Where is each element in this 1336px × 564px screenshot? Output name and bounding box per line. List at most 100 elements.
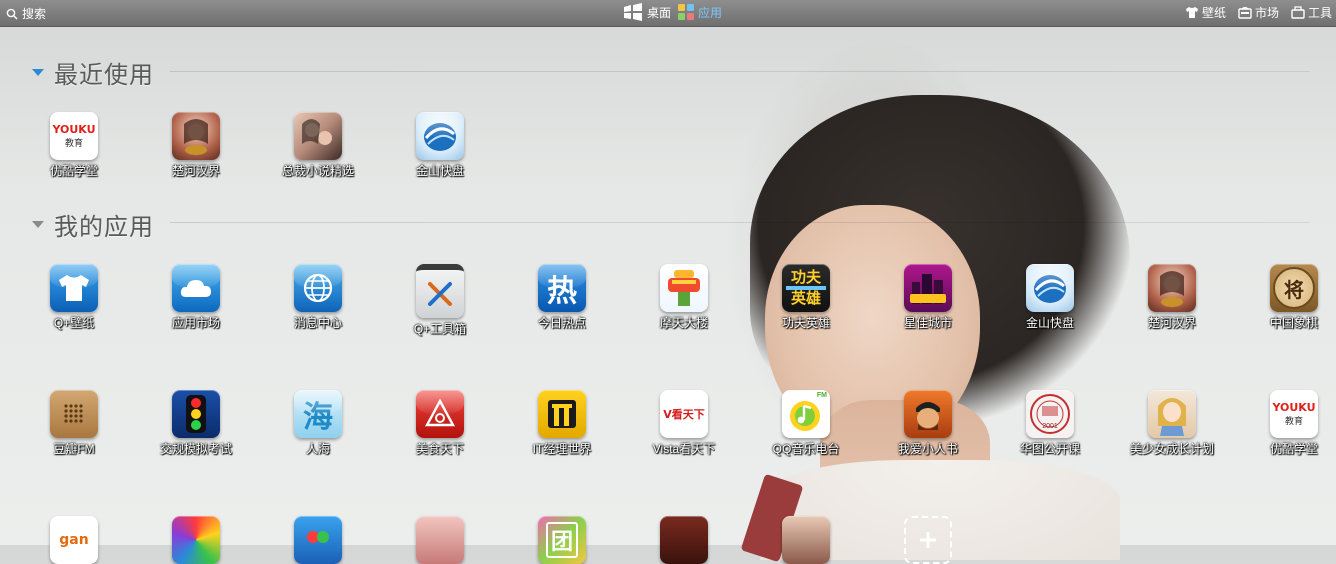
gan-logo-text: gan	[59, 532, 89, 548]
novel-icon	[294, 112, 342, 160]
app-label: 我爱小人书	[897, 442, 958, 456]
avatar-icon	[782, 516, 830, 564]
windows-icon	[622, 3, 644, 21]
app-rainbow[interactable]	[146, 516, 246, 564]
app-chuhe-recent[interactable]: 楚河汉界	[146, 112, 246, 179]
search-button[interactable]: 搜索	[6, 5, 46, 22]
tools-icon	[416, 264, 464, 318]
search-label: 搜索	[22, 7, 47, 21]
app-movie[interactable]	[634, 516, 734, 564]
tab-desktop[interactable]: 桌面	[622, 3, 671, 21]
city-icon	[904, 264, 952, 312]
app-vista[interactable]: V看天下 Vista看天下	[634, 390, 734, 457]
hot-glyph: 热	[547, 274, 577, 309]
market-icon	[1238, 6, 1252, 19]
huatu-year-text: 2001	[1042, 423, 1058, 430]
app-label: Vista看天下	[652, 442, 716, 456]
app-kungfu[interactable]: 功夫 英雄 功夫英雄	[756, 264, 856, 331]
app-tower[interactable]: 摩天大楼	[634, 264, 734, 331]
apps-grid-icon	[677, 3, 695, 21]
comic-icon	[904, 390, 952, 438]
radio-icon	[50, 390, 98, 438]
collapse-chevron-icon	[32, 69, 44, 76]
youku-sub-text: 教育	[1284, 415, 1303, 426]
tuan-glyph: 团	[545, 522, 578, 558]
add-icon	[904, 516, 952, 564]
app-market[interactable]: 应用市场	[146, 264, 246, 331]
search-icon	[6, 8, 18, 20]
app-food[interactable]: 美食天下	[390, 390, 490, 457]
app-message-center[interactable]: 消息中心	[268, 264, 368, 331]
app-today-hot[interactable]: 热 今日热点	[512, 264, 612, 331]
globe-icon	[294, 264, 342, 312]
app-qq-music-radio[interactable]: FM QQ音乐电台	[756, 390, 856, 457]
hot-icon: 热	[538, 264, 586, 312]
app-label: 今日热点	[537, 316, 586, 330]
add-app-button[interactable]	[878, 516, 978, 564]
app-puzzle[interactable]	[268, 516, 368, 564]
collapse-chevron-icon	[32, 221, 44, 228]
tab-apps[interactable]: 应用	[677, 3, 722, 21]
market-button[interactable]: 市场	[1238, 4, 1279, 21]
app-kuaipan[interactable]: 金山快盘	[1000, 264, 1100, 331]
tower-icon	[660, 264, 708, 312]
app-tuan[interactable]: 团	[512, 516, 612, 564]
section-divider	[170, 222, 1310, 223]
renhai-glyph: 海	[303, 400, 333, 435]
traffic-light-icon	[172, 390, 220, 438]
app-novel-recent[interactable]: 总裁小说精选	[268, 112, 368, 179]
app-comic[interactable]: 我爱小人书	[878, 390, 978, 457]
tools-label: 工具	[1307, 6, 1332, 20]
app-portrait[interactable]	[390, 516, 490, 564]
tools-button[interactable]: 工具	[1291, 4, 1332, 21]
app-kuaipan-recent[interactable]: 金山快盘	[390, 112, 490, 179]
movie-icon	[660, 516, 708, 564]
app-label: 摩天大楼	[659, 316, 708, 330]
app-label: 美食天下	[415, 442, 464, 456]
app-label: 中国象棋	[1269, 316, 1318, 330]
youku-icon: YOUKU 教育	[50, 112, 98, 160]
app-label: QQ音乐电台	[772, 442, 840, 456]
app-qplus-toolbox[interactable]: Q+工具箱	[390, 264, 490, 337]
app-city[interactable]: 星佳城市	[878, 264, 978, 331]
app-avatar[interactable]	[756, 516, 856, 564]
app-youku-recent[interactable]: YOUKU 教育 优酷学堂	[24, 112, 124, 179]
app-label: 华图公开课	[1019, 442, 1080, 456]
app-douban-fm[interactable]: 豆瓣FM	[24, 390, 124, 457]
chess-icon: 将	[1270, 264, 1318, 312]
app-label: Q+工具箱	[413, 322, 467, 336]
app-label: 美少女成长计划	[1129, 442, 1214, 456]
tshirt-icon	[1185, 6, 1199, 19]
app-label: IT经理世界	[532, 442, 592, 456]
app-label: 优酷学堂	[49, 164, 98, 178]
app-label: 金山快盘	[415, 164, 464, 178]
huatu-icon: 2001	[1026, 390, 1074, 438]
youku-logo-text: YOUKU	[52, 122, 96, 136]
section-recent-header[interactable]: 最近使用	[32, 55, 154, 90]
app-qplus-wallpaper[interactable]: Q+壁纸	[24, 264, 124, 331]
app-renhai[interactable]: 海 人海	[268, 390, 368, 457]
rainbow-icon	[172, 516, 220, 564]
app-chinese-chess[interactable]: 将 中国象棋	[1244, 264, 1336, 331]
section-mine-header[interactable]: 我的应用	[32, 207, 154, 242]
app-girl-growth[interactable]: 美少女成长计划	[1122, 390, 1222, 457]
gan-icon: gan	[50, 516, 98, 564]
youku-icon: YOUKU 教育	[1270, 390, 1318, 438]
vista-icon: V看天下	[660, 390, 708, 438]
portrait-icon	[416, 516, 464, 564]
fm-badge: FM	[816, 392, 827, 399]
app-traffic-exam[interactable]: 交规模拟考试	[146, 390, 246, 457]
chuhe-icon	[1148, 264, 1196, 312]
wallpaper-button[interactable]: 壁纸	[1185, 4, 1226, 21]
tuan-icon: 团	[538, 516, 586, 564]
app-it-manager[interactable]: IT经理世界	[512, 390, 612, 457]
music-icon: FM	[782, 390, 830, 438]
app-label: 楚河汉界	[1147, 316, 1196, 330]
it-icon	[538, 390, 586, 438]
app-huatu[interactable]: 2001 华图公开课	[1000, 390, 1100, 457]
app-youku[interactable]: YOUKU 教育 优酷学堂	[1244, 390, 1336, 457]
cloud-bag-icon	[172, 264, 220, 312]
app-gan[interactable]: gan	[24, 516, 124, 564]
app-chuhe[interactable]: 楚河汉界	[1122, 264, 1222, 331]
puzzle-icon	[294, 516, 342, 564]
